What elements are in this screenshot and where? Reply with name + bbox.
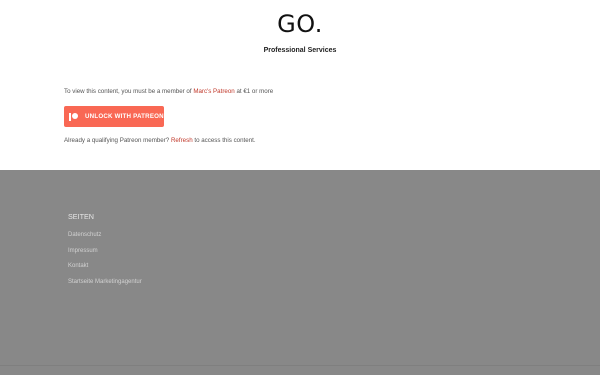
footer-link-item: Datenschutz <box>68 231 142 247</box>
site-tagline: Professional Services <box>263 47 337 54</box>
footer-link-kontakt[interactable]: Kontakt <box>68 263 88 269</box>
site-header: GO. Professional Services To view this c… <box>0 0 600 170</box>
footer-link-item: Kontakt <box>68 262 142 278</box>
footer-heading: SEITEN <box>68 212 94 221</box>
site-logo[interactable]: GO. <box>0 10 600 38</box>
unlock-with-patreon-button[interactable]: UNLOCK WITH PATREON <box>64 106 164 127</box>
site-footer: SEITEN Datenschutz Impressum Kontakt Sta… <box>0 170 600 375</box>
footer-link-item: Impressum <box>68 247 142 263</box>
unlock-button-label: UNLOCK WITH PATREON <box>85 113 164 120</box>
footer-links: Datenschutz Impressum Kontakt Startseite… <box>68 231 142 294</box>
refresh-suffix: to access this content. <box>192 137 256 144</box>
footer-link-impressum[interactable]: Impressum <box>68 248 98 254</box>
patreon-icon <box>69 112 79 122</box>
membership-notice: To view this content, you must be a memb… <box>64 88 273 95</box>
notice-prefix: To view this content, you must be a memb… <box>64 88 194 95</box>
footer-divider <box>0 365 600 366</box>
notice-suffix: at €1 or more <box>234 88 274 95</box>
footer-link-startseite[interactable]: Startseite Marketingagentur <box>68 279 142 285</box>
footer-link-datenschutz[interactable]: Datenschutz <box>68 232 101 238</box>
refresh-prefix: Already a qualifying Patreon member? <box>64 137 171 144</box>
footer-link-item: Startseite Marketingagentur <box>68 278 142 294</box>
patreon-page-link[interactable]: Marc's Patreon <box>193 88 234 95</box>
refresh-notice: Already a qualifying Patreon member? Ref… <box>64 137 256 144</box>
refresh-link[interactable]: Refresh <box>171 137 193 144</box>
